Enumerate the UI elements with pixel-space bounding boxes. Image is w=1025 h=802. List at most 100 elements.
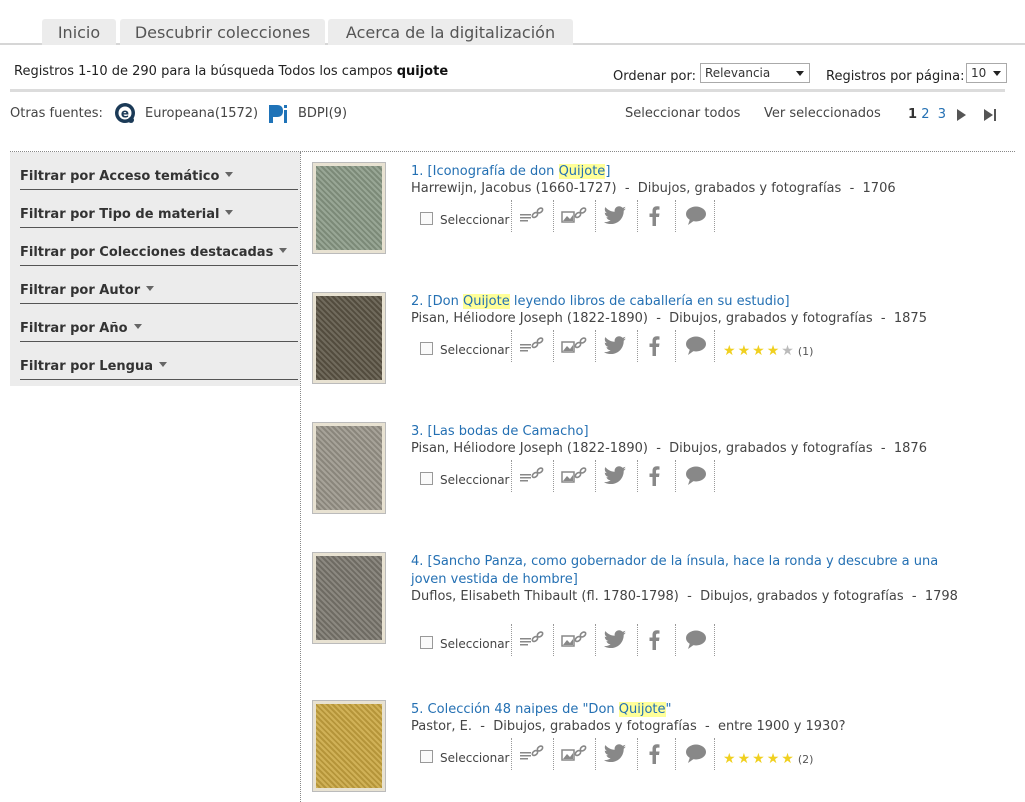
facebook-icon[interactable] [647,206,661,230]
page-3-link[interactable]: 3 [938,107,946,122]
result-title-link[interactable]: 5. Colección 48 naipes de "Don Quijote" [411,701,971,719]
twitter-icon[interactable] [603,630,627,652]
star-icon[interactable]: ★ [781,751,796,767]
separator [511,330,512,362]
source-bdpi-link[interactable]: BDPI(9) [298,106,347,121]
image-link-icon[interactable] [561,206,587,228]
star-icon[interactable]: ★ [767,751,782,767]
filter-lengua[interactable]: Filtrar por Lengua [20,342,298,380]
image-link-icon[interactable] [561,630,587,652]
star-icon[interactable]: ★ [738,343,753,359]
view-selected-link[interactable]: Ver seleccionados [764,106,881,121]
star-icon[interactable]: ★ [781,343,796,359]
result-number: 3. [411,424,424,439]
image-link-icon[interactable] [561,744,587,766]
result-actions: Seleccionar ★★★★★ (2) [411,738,851,772]
select-checkbox[interactable] [420,212,433,225]
text-link-icon[interactable] [519,744,545,766]
caret-down-icon [225,210,234,215]
page-2-link[interactable]: 2 [921,107,929,122]
text-link-icon[interactable] [519,466,545,488]
image-link-icon[interactable] [561,336,587,358]
star-icon[interactable]: ★ [723,751,738,767]
twitter-icon[interactable] [603,206,627,228]
caret-down-icon [133,324,142,329]
twitter-icon[interactable] [603,336,627,358]
result-title-link[interactable]: 1. [Iconografía de don Quijote] [411,163,971,181]
filter-anio[interactable]: Filtrar por Año [20,304,298,342]
twitter-icon[interactable] [603,466,627,488]
filter-acceso-tematico[interactable]: Filtrar por Acceso temático [20,152,298,190]
result-actions: Seleccionar [411,200,851,234]
europeana-icon[interactable]: e [114,102,136,124]
comment-icon[interactable] [685,206,707,230]
sort-label: Ordenar por: [613,69,696,84]
thumbnail-image [316,166,382,250]
result-number: 2. [411,294,424,309]
star-icon[interactable]: ★ [752,343,767,359]
select-checkbox[interactable] [420,636,433,649]
tab-acerca-digitalizacion[interactable]: Acerca de la digitalización [328,19,573,45]
rating-count: (1) [797,345,814,358]
page-1-current[interactable]: 1 [908,107,917,122]
star-icon[interactable]: ★ [738,751,753,767]
result-thumbnail[interactable] [312,422,386,514]
select-all-link[interactable]: Seleccionar todos [625,106,740,121]
last-page-icon[interactable] [984,109,1000,121]
tab-descubrir-colecciones[interactable]: Descubrir colecciones [120,19,325,45]
select-checkbox[interactable] [420,472,433,485]
separator [675,460,676,492]
filter-label: Filtrar por Acceso temático [20,169,220,184]
result-title-link[interactable]: 4. [Sancho Panza, como gobernador de la … [411,553,971,589]
result-title-link[interactable]: 3. [Las bodas de Camacho] [411,423,971,441]
source-europeana-link[interactable]: Europeana(1572) [145,106,258,121]
result-title-link[interactable]: 2. [Don Quijote leyendo libros de caball… [411,293,971,311]
top-navigation: Inicio Descubrir colecciones Acerca de l… [0,0,1025,45]
text-link-icon[interactable] [519,336,545,358]
star-icon[interactable]: ★ [723,343,738,359]
filter-label: Filtrar por Tipo de material [20,207,220,222]
result-thumbnail[interactable] [312,552,386,644]
image-link-icon[interactable] [561,466,587,488]
per-page-label: Registros por página: [826,69,965,84]
facebook-icon[interactable] [647,466,661,490]
comment-icon[interactable] [685,630,707,654]
facebook-icon[interactable] [647,630,661,654]
filter-tipo-material[interactable]: Filtrar por Tipo de material [20,190,298,228]
select-label: Seleccionar [440,213,510,227]
comment-icon[interactable] [685,744,707,768]
result-thumbnail[interactable] [312,292,386,384]
chevron-down-icon [796,71,804,76]
title-text-end: " [665,702,672,717]
caret-down-icon [159,362,167,367]
sort-select[interactable]: Relevancia [700,63,810,83]
filter-autor[interactable]: Filtrar por Autor [20,266,298,304]
comment-icon[interactable] [685,466,707,490]
bdpi-icon[interactable] [267,103,289,125]
facebook-icon[interactable] [647,744,661,768]
select-checkbox[interactable] [420,750,433,763]
text-link-icon[interactable] [519,206,545,228]
star-icon[interactable]: ★ [752,751,767,767]
separator [637,330,638,362]
star-icon[interactable]: ★ [767,343,782,359]
facebook-icon[interactable] [647,336,661,360]
separator [714,330,715,362]
result-thumbnail[interactable] [312,700,386,792]
next-page-icon[interactable] [957,109,966,121]
result-thumbnail[interactable] [312,162,386,254]
title-highlight: Quijote [618,702,666,717]
title-highlight: Quijote [462,294,510,309]
separator [511,624,512,656]
result-metadata: Pisan, Héliodore Joseph (1822-1890) - Di… [411,441,927,456]
filter-colecciones-destacadas[interactable]: Filtrar por Colecciones destacadas [20,228,298,266]
tab-inicio[interactable]: Inicio [42,19,116,45]
other-sources-label: Otras fuentes: [10,106,103,121]
separator [675,200,676,232]
twitter-icon[interactable] [603,744,627,766]
per-page-select[interactable]: 10 [966,63,1007,83]
separator [675,330,676,362]
comment-icon[interactable] [685,336,707,360]
text-link-icon[interactable] [519,630,545,652]
select-checkbox[interactable] [420,342,433,355]
